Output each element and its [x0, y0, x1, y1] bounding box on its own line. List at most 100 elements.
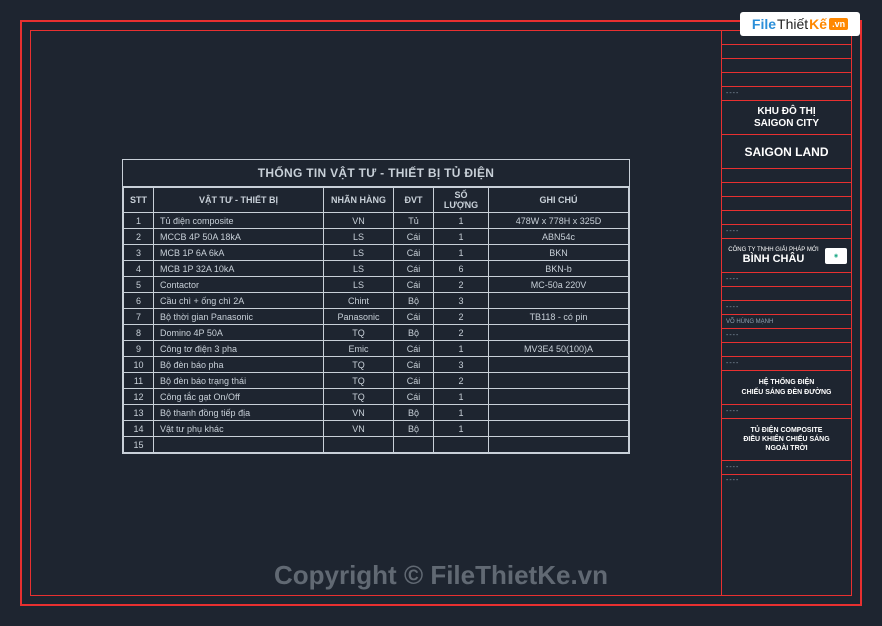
cell-nh: Chint [324, 293, 394, 309]
tb-row-dash: ---- [722, 357, 851, 371]
cell-dvt: Cái [394, 389, 434, 405]
tb-row-blank [722, 183, 851, 197]
cell-gc [489, 389, 629, 405]
tb-row-dash: ---- [722, 461, 851, 475]
tb-designer: VÕ HÙNG MẠNH [722, 315, 851, 329]
cell-nh: VN [324, 405, 394, 421]
tb-row-dash: ---- [722, 87, 851, 101]
cell-nh: VN [324, 421, 394, 437]
th-gc: GHI CHÚ [489, 188, 629, 213]
project-line2: SAIGON CITY [754, 118, 819, 130]
cell-sl: 3 [434, 293, 489, 309]
company-logo-icon: ◉ [825, 248, 847, 264]
cell-nh: TQ [324, 325, 394, 341]
drawing-inner-frame: THỐNG TIN VẬT TƯ - THIẾT BỊ TỦ ĐIỆN STT … [30, 30, 852, 596]
cell-gc: MC-50a 220V [489, 277, 629, 293]
cell-dvt [394, 437, 434, 453]
tb-row-blank [722, 169, 851, 183]
cell-dvt: Cái [394, 357, 434, 373]
tb-row-dash: ---- [722, 329, 851, 343]
cell-nh [324, 437, 394, 453]
table-row: 2MCCB 4P 50A 18kALSCái1ABN54c [124, 229, 629, 245]
cell-stt: 8 [124, 325, 154, 341]
cell-sl: 2 [434, 309, 489, 325]
cell-gc [489, 437, 629, 453]
cell-vt: Contactor [154, 277, 324, 293]
th-nh: NHÃN HÀNG [324, 188, 394, 213]
cell-vt: Công tắc gạt On/Off [154, 389, 324, 405]
cell-gc: BKN [489, 245, 629, 261]
cell-dvt: Bộ [394, 293, 434, 309]
table-row: 5ContactorLSCái2MC-50a 220V [124, 277, 629, 293]
cell-gc [489, 293, 629, 309]
cell-gc: TB118 - có pin [489, 309, 629, 325]
tb-row-dash: ---- [722, 273, 851, 287]
watermark-logo: File Thiết Kế .vn [740, 12, 860, 36]
cell-dvt: Cái [394, 229, 434, 245]
cell-nh: LS [324, 245, 394, 261]
system-line2: CHIẾU SÁNG ĐÈN ĐƯỜNG [742, 388, 832, 397]
company-big: BÌNH CHÂU [726, 253, 821, 265]
cell-vt: MCB 1P 6A 6kA [154, 245, 324, 261]
cell-stt: 15 [124, 437, 154, 453]
cell-stt: 11 [124, 373, 154, 389]
logo-part2: Thiết [777, 16, 808, 32]
table-row: 15 [124, 437, 629, 453]
table-row: 13Bộ thanh đồng tiếp địaVNBộ1 [124, 405, 629, 421]
tb-row-dash: ---- [722, 301, 851, 315]
cell-vt: Công tơ điện 3 pha [154, 341, 324, 357]
cell-stt: 12 [124, 389, 154, 405]
table-row: 10Bộ đèn báo phaTQCái3 [124, 357, 629, 373]
cell-stt: 1 [124, 213, 154, 229]
tb-row-blank: ---- [722, 475, 851, 595]
cell-vt: Cầu chì + ống chì 2A [154, 293, 324, 309]
cell-sl: 2 [434, 373, 489, 389]
tb-row-blank [722, 59, 851, 73]
cell-gc [489, 405, 629, 421]
tb-row-blank [722, 45, 851, 59]
cell-nh: TQ [324, 389, 394, 405]
cell-stt: 4 [124, 261, 154, 277]
cell-gc: BKN-b [489, 261, 629, 277]
cell-sl: 2 [434, 277, 489, 293]
cell-sl: 1 [434, 213, 489, 229]
cell-stt: 5 [124, 277, 154, 293]
cell-stt: 14 [124, 421, 154, 437]
cell-sl: 1 [434, 341, 489, 357]
tb-row-dash: ---- [722, 225, 851, 239]
cell-sl: 1 [434, 229, 489, 245]
table-header-row: STT VẬT TƯ - THIẾT BỊ NHÃN HÀNG ĐVT SỐ L… [124, 188, 629, 213]
cell-vt: MCB 1P 32A 10kA [154, 261, 324, 277]
logo-tld: .vn [829, 18, 848, 30]
cell-dvt: Bộ [394, 405, 434, 421]
tb-row-blank [722, 287, 851, 301]
cell-dvt: Cái [394, 309, 434, 325]
cell-sl [434, 437, 489, 453]
cell-dvt: Cái [394, 261, 434, 277]
table-row: 7Bộ thời gian PanasonicPanasonicCái2TB11… [124, 309, 629, 325]
cell-nh: LS [324, 261, 394, 277]
titleblock: ---- KHU ĐÔ THỊ SAIGON CITY SAIGON LAND … [721, 31, 851, 595]
cell-nh: LS [324, 277, 394, 293]
table-row: 6Cầu chì + ống chì 2AChintBộ3 [124, 293, 629, 309]
table-row: 3MCB 1P 6A 6kALSCái1BKN [124, 245, 629, 261]
cell-sl: 1 [434, 421, 489, 437]
cell-dvt: Bộ [394, 421, 434, 437]
tb-row-blank [722, 73, 851, 87]
cell-stt: 10 [124, 357, 154, 373]
tb-owner: SAIGON LAND [722, 135, 851, 169]
tb-row-dash: ---- [722, 405, 851, 419]
tb-row-blank [722, 197, 851, 211]
th-dvt: ĐVT [394, 188, 434, 213]
cell-vt: Vật tư phụ khác [154, 421, 324, 437]
th-sl: SỐ LƯỢNG [434, 188, 489, 213]
cell-stt: 2 [124, 229, 154, 245]
cell-gc [489, 325, 629, 341]
logo-part3: Kế [809, 16, 827, 32]
cell-nh: LS [324, 229, 394, 245]
cell-gc: ABN54c [489, 229, 629, 245]
cell-gc [489, 373, 629, 389]
tb-project: KHU ĐÔ THỊ SAIGON CITY [722, 101, 851, 135]
th-vt: VẬT TƯ - THIẾT BỊ [154, 188, 324, 213]
table-row: 11Bộ đèn báo trạng tháiTQCái2 [124, 373, 629, 389]
